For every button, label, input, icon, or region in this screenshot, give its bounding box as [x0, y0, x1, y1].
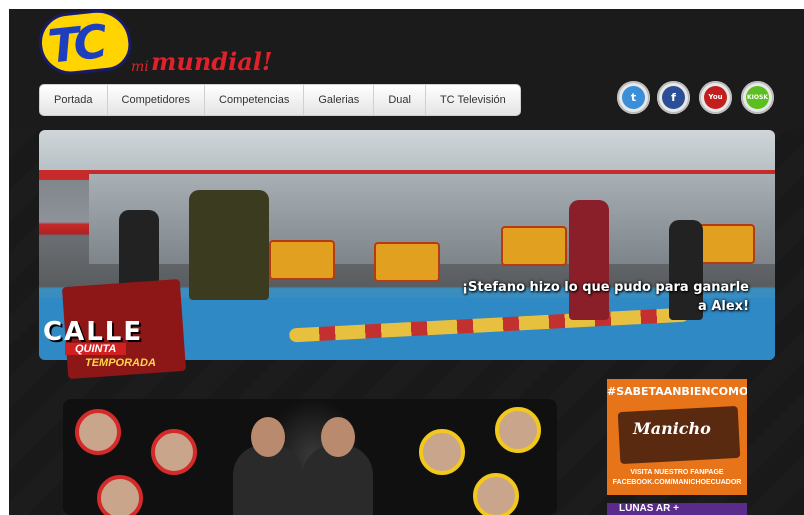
tc-logo-mark: TC [36, 9, 134, 78]
host-figure [233, 417, 303, 515]
ad-line-2: FACEBOOK.COM/MANICHOECUADOR [612, 479, 742, 486]
competitor-avatar [419, 429, 465, 475]
nav-competidores[interactable]: Competidores [108, 85, 206, 115]
manicho-ad[interactable]: #SABETAANBIENCOMO Manicho VISITA NUESTRO… [607, 379, 747, 495]
twitter-icon: t [622, 86, 645, 109]
ad-hashtag: #SABETAANBIENCOMO [607, 385, 747, 398]
calle-sign [501, 226, 567, 266]
facebook-icon: f [662, 86, 685, 109]
badge-quinta-text: QUINTA [65, 343, 127, 355]
kiosk-icon: KIOSK [746, 86, 769, 109]
header: TC mi mundial! Portada Competidores Comp… [9, 9, 804, 129]
nav-dual[interactable]: Dual [374, 85, 426, 115]
contestant [189, 190, 269, 300]
host-figure [303, 417, 373, 515]
badge-temporada-text: TEMPORADA [85, 357, 156, 369]
ad-brand: Manicho [633, 419, 711, 438]
ad-line-1: VISITA NUESTRO FANPAGE [630, 469, 724, 476]
facebook-button[interactable]: f [657, 81, 690, 114]
calle-sign [374, 242, 440, 282]
slide-caption[interactable]: ¡Stefano hizo lo que pudo para ganarle a… [449, 278, 749, 316]
competitor-avatar [473, 473, 519, 515]
nav-portada[interactable]: Portada [40, 85, 108, 115]
logo-mi-text: mi [131, 59, 149, 75]
main-nav: Portada Competidores Competencias Galeri… [39, 84, 521, 116]
youtube-button[interactable]: You [699, 81, 732, 114]
competitor-avatar [495, 407, 541, 453]
competitor-avatar [151, 429, 197, 475]
youtube-icon: You [704, 86, 727, 109]
hosts-promo-banner[interactable] [63, 399, 557, 515]
secondary-ad[interactable]: LUNAS AR + [607, 503, 747, 515]
site-logo[interactable]: TC mi mundial! [36, 9, 279, 85]
calle-sign [269, 240, 335, 280]
kiosk-button[interactable]: KIOSK [741, 81, 774, 114]
competitor-avatar [75, 409, 121, 455]
competitor-avatar [97, 475, 143, 515]
page: TC mi mundial! Portada Competidores Comp… [9, 9, 804, 515]
nav-galerias[interactable]: Galerias [304, 85, 375, 115]
nav-tc-television[interactable]: TC Televisión [426, 85, 520, 115]
calle-season-badge[interactable]: CALLE QUINTA TEMPORADA [25, 278, 195, 383]
logo-mundial-text: mundial! [151, 47, 273, 76]
nav-competencias[interactable]: Competencias [205, 85, 305, 115]
twitter-button[interactable]: t [617, 81, 650, 114]
